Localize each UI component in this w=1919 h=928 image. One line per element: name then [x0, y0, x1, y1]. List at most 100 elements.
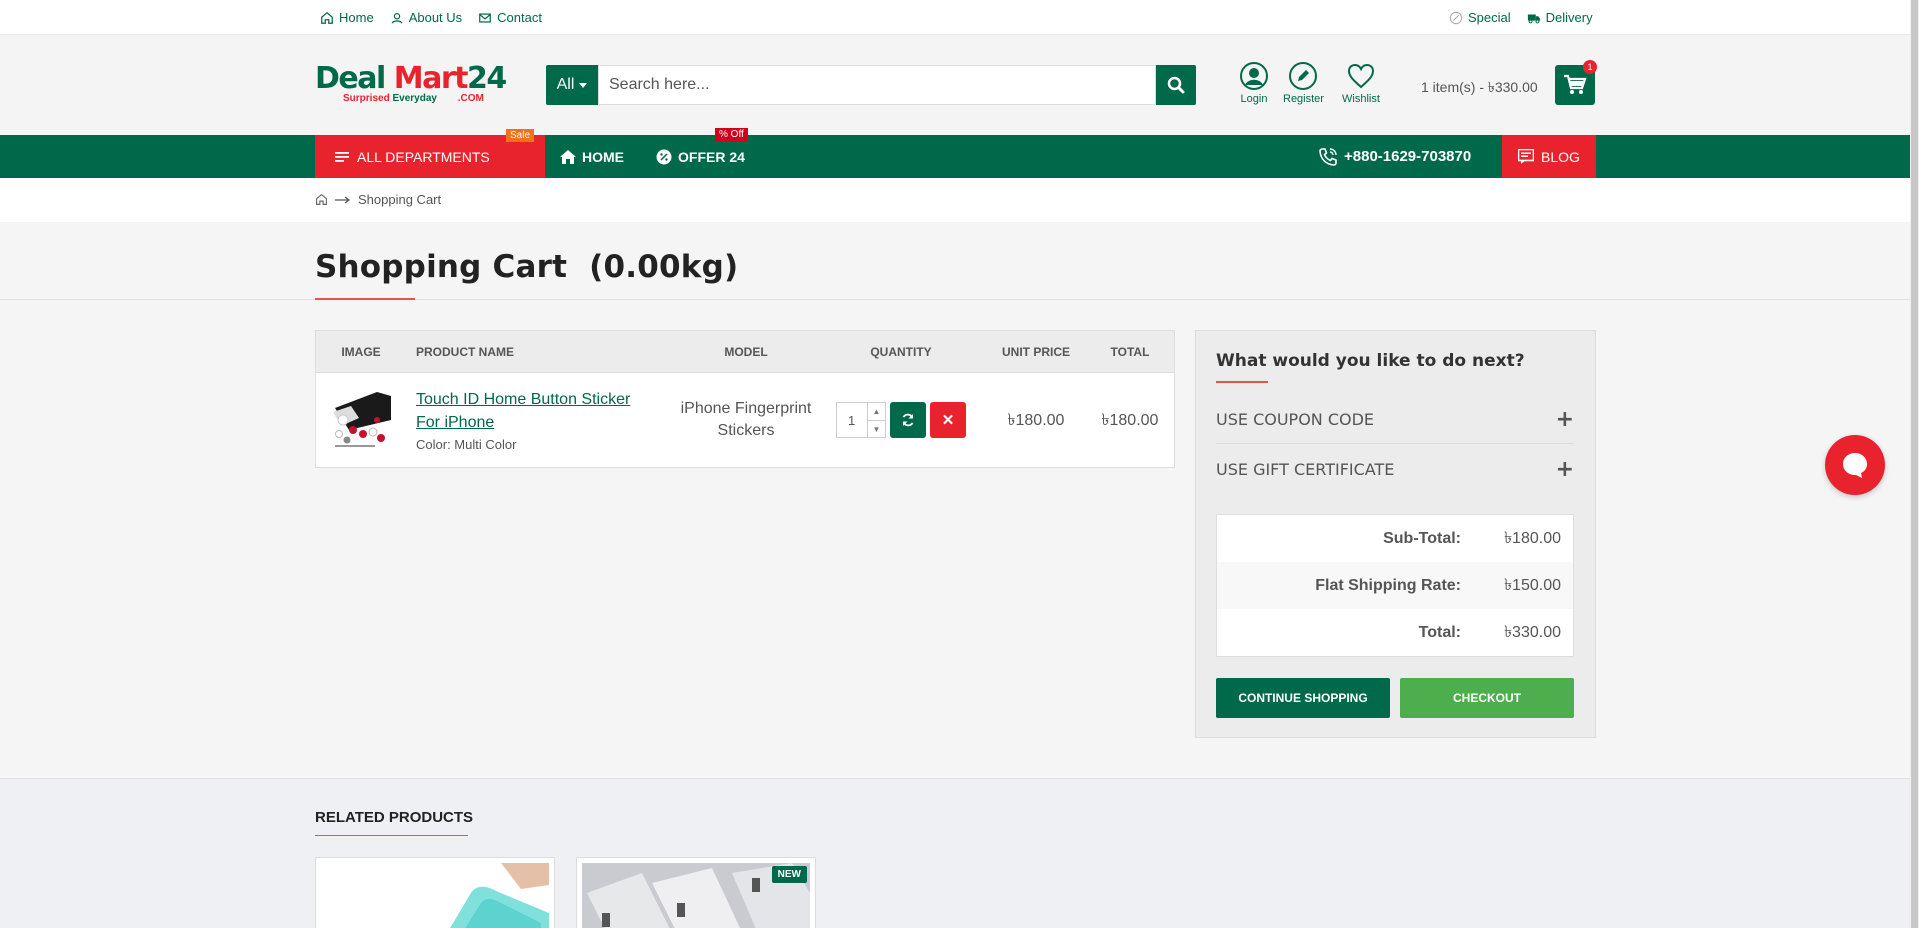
- login-link[interactable]: Login: [1240, 62, 1268, 105]
- totals-row: Total: ৳330.00: [1217, 609, 1573, 656]
- shipping-value: ৳150.00: [1504, 577, 1561, 594]
- all-departments-label: ALL DEPARTMENTS: [357, 148, 490, 165]
- search-bar: All: [546, 65, 1196, 105]
- update-quantity-button[interactable]: [890, 402, 926, 438]
- new-badge: NEW: [771, 866, 807, 883]
- top-link-home-label: Home: [339, 10, 374, 25]
- subtotal-label: Sub-Total:: [1383, 529, 1461, 547]
- top-link-delivery[interactable]: Delivery: [1527, 10, 1593, 25]
- top-link-contact-label: Contact: [497, 10, 542, 25]
- subtotal-value: ৳180.00: [1504, 530, 1561, 547]
- wishlist-label: Wishlist: [1342, 93, 1380, 105]
- product-link[interactable]: Touch ID Home Button Sticker For iPhone: [416, 388, 676, 434]
- logo-part-24: 24: [466, 61, 507, 96]
- product-option: Color: Multi Color: [416, 437, 517, 452]
- header-total: TOTAL: [1110, 344, 1150, 359]
- top-link-home[interactable]: Home: [320, 10, 374, 25]
- scrollbar-thumb[interactable]: [1911, 0, 1918, 928]
- continue-shopping-button[interactable]: CONTINUE SHOPPING: [1216, 678, 1390, 718]
- top-link-contact[interactable]: Contact: [478, 10, 542, 25]
- chevron-up-icon[interactable]: ▲: [868, 403, 885, 420]
- logo-tag-surprised: Surprised: [343, 93, 390, 104]
- related-underline: [315, 835, 468, 836]
- search-icon: [1167, 76, 1185, 94]
- blog-icon: [1518, 149, 1535, 164]
- related-products-title: RELATED PRODUCTS: [315, 809, 474, 826]
- related-product-card[interactable]: NEW: [576, 857, 816, 928]
- breadcrumb-home-icon[interactable]: [315, 193, 328, 206]
- register-link[interactable]: Register: [1283, 62, 1324, 105]
- top-link-special[interactable]: Special: [1449, 10, 1511, 25]
- cart-icon: [1564, 74, 1587, 94]
- panel-title: What would you like to do next?: [1216, 351, 1525, 371]
- nav-blog[interactable]: BLOG: [1502, 135, 1596, 178]
- nav-offer-label: OFFER 24: [678, 148, 745, 165]
- gift-certificate-accordion[interactable]: USE GIFT CERTIFICATE +: [1216, 445, 1574, 493]
- phone-number-label: +880-1629-703870: [1344, 148, 1472, 165]
- quantity-spinner[interactable]: ▲ ▼: [867, 403, 885, 437]
- close-icon: ✕: [941, 412, 955, 429]
- caret-down-icon: [579, 82, 588, 88]
- chat-bubble-icon: [1843, 453, 1867, 478]
- arrow-right-icon: [335, 196, 350, 203]
- quantity-stepper[interactable]: 1 ▲ ▼: [836, 402, 886, 438]
- product-name-line1: Touch ID Home Button Sticker: [416, 391, 631, 408]
- product-thumbnail[interactable]: [331, 390, 391, 450]
- site-logo[interactable]: Deal Mart24 Surprised Everyday .COM: [315, 64, 515, 108]
- chevron-down-icon[interactable]: ▼: [868, 420, 885, 437]
- login-label: Login: [1240, 93, 1268, 105]
- sale-badge: Sale: [506, 129, 535, 142]
- phone-number[interactable]: +880-1629-703870: [1318, 135, 1471, 178]
- chat-button[interactable]: [1825, 435, 1885, 495]
- total-label: Total:: [1418, 623, 1461, 641]
- user-icon: [1240, 62, 1268, 90]
- cart-summary[interactable]: 1 item(s) - ৳330.00: [1421, 76, 1538, 100]
- discount-icon: [656, 149, 672, 164]
- pencil-icon: [1289, 62, 1318, 90]
- header-unit-price: UNIT PRICE: [1001, 344, 1070, 359]
- logo-tag-com: .COM: [457, 93, 484, 104]
- nav-home-label: HOME: [582, 148, 624, 165]
- nav-offer[interactable]: OFFER 24: [656, 135, 745, 178]
- title-underline: [315, 298, 415, 300]
- related-product-card[interactable]: [315, 857, 555, 928]
- search-button[interactable]: [1156, 65, 1196, 105]
- page: Home About Us Contact Special Delivery D…: [0, 0, 1910, 928]
- product-image-icon: [333, 392, 391, 447]
- search-category-select[interactable]: All: [546, 65, 598, 105]
- quantity-value: 1: [848, 412, 856, 428]
- row-total: ৳180.00: [1101, 411, 1159, 429]
- next-steps-panel: What would you like to do next? USE COUP…: [1195, 330, 1596, 738]
- top-link-about[interactable]: About Us: [390, 10, 462, 25]
- wishlist-link[interactable]: Wishlist: [1342, 62, 1380, 105]
- top-link-about-label: About Us: [408, 10, 463, 25]
- cart-table: IMAGE PRODUCT NAME MODEL QUANTITY UNIT P…: [315, 330, 1175, 468]
- nav-blog-label: BLOG: [1541, 148, 1580, 165]
- logo-part-deal: Deal: [315, 61, 386, 96]
- unit-price: ৳180.00: [1007, 411, 1065, 429]
- top-link-special-label: Special: [1468, 10, 1511, 25]
- checkout-button[interactable]: CHECKOUT: [1400, 678, 1574, 718]
- product-name-line2: For iPhone: [416, 414, 495, 431]
- breadcrumb-current[interactable]: Shopping Cart: [358, 192, 441, 207]
- truck-icon: [1527, 14, 1540, 23]
- header-image: IMAGE: [341, 344, 381, 359]
- logo-tagline: Surprised Everyday .COM: [343, 93, 484, 104]
- search-category-label: All: [556, 76, 575, 93]
- search-input[interactable]: [598, 65, 1156, 105]
- model-line2: Stickers: [717, 422, 775, 439]
- scrollbar-track[interactable]: [1910, 0, 1919, 928]
- coupon-accordion[interactable]: USE COUPON CODE +: [1216, 396, 1574, 444]
- table-header: IMAGE PRODUCT NAME MODEL QUANTITY UNIT P…: [316, 331, 1174, 373]
- home-solid-icon: [560, 149, 576, 164]
- header-quantity: QUANTITY: [870, 344, 932, 359]
- page-title: Shopping Cart (0.00kg): [315, 249, 739, 285]
- top-bar: Home About Us Contact Special Delivery: [0, 0, 1910, 35]
- remove-item-button[interactable]: ✕: [930, 402, 966, 438]
- user-circle-icon: [391, 12, 403, 24]
- product-model: iPhone Fingerprint Stickers: [676, 398, 816, 442]
- related-products-section: RELATED PRODUCTS NEW: [0, 778, 1910, 928]
- plus-icon: +: [1555, 407, 1574, 432]
- nav-home[interactable]: HOME: [560, 135, 624, 178]
- logo-part-mart: Mart: [393, 61, 469, 96]
